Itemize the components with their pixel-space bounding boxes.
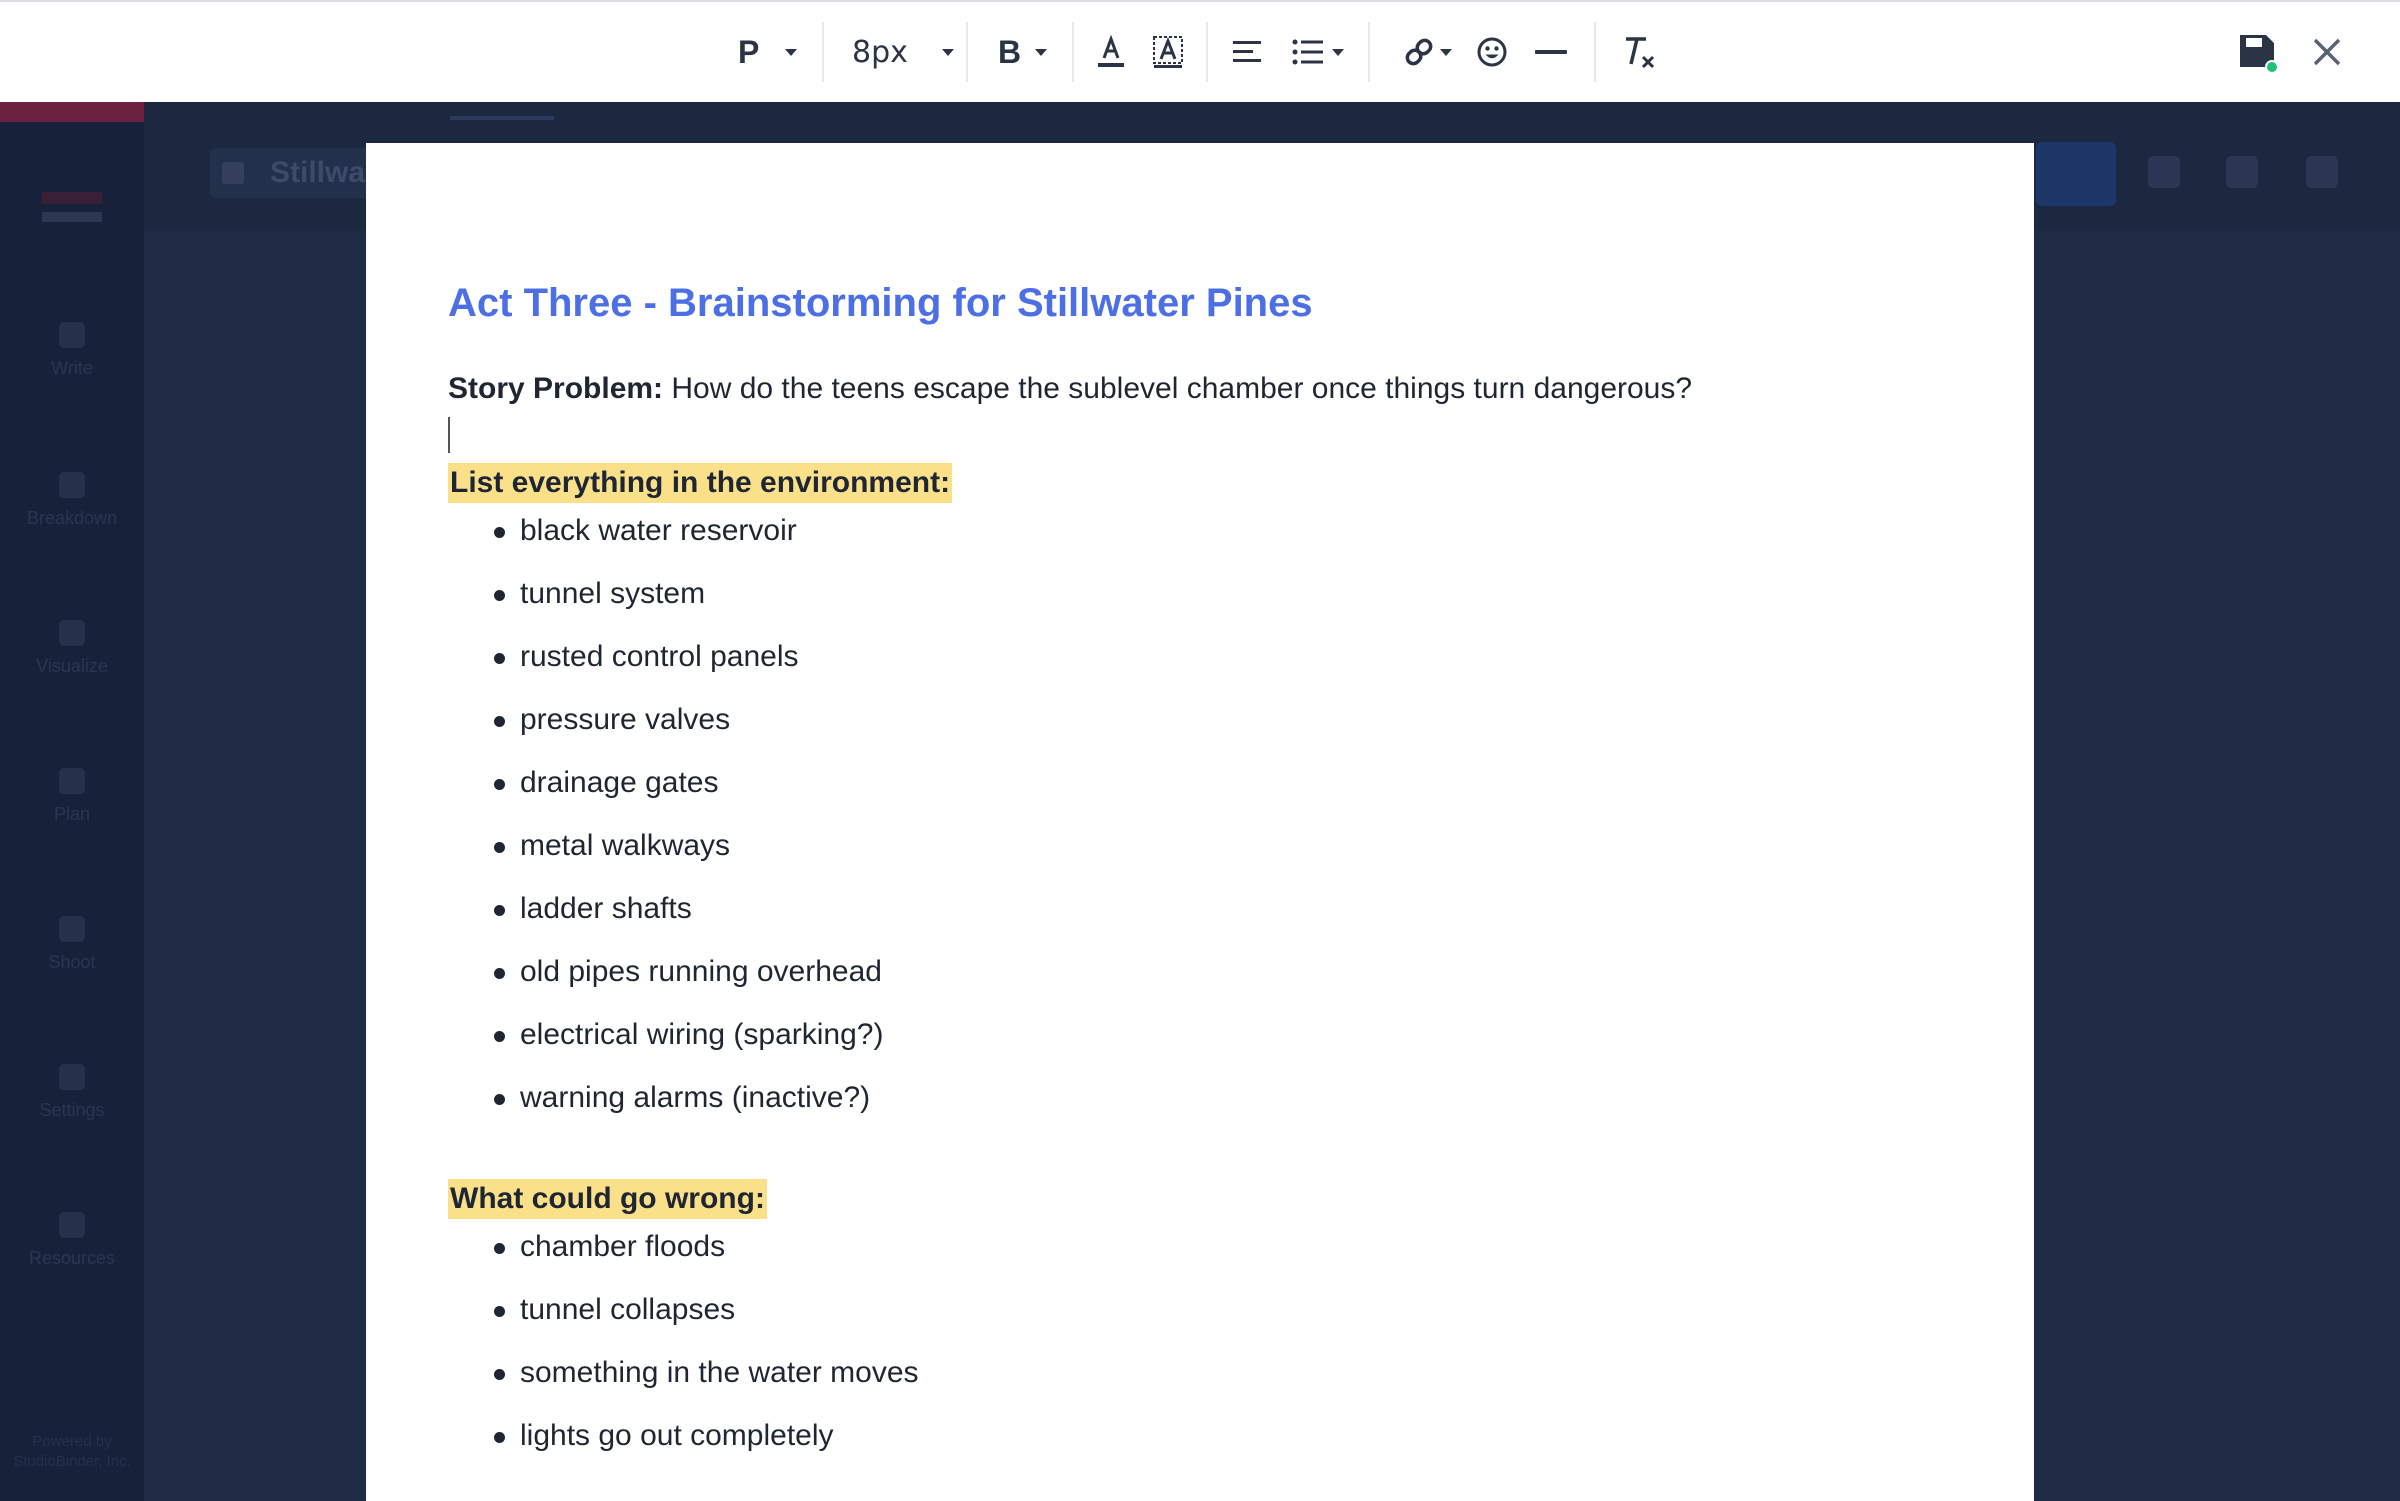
- background-sidebar: Write Breakdown Visualize Plan Shoot Set…: [0, 102, 144, 1501]
- clear-formatting-icon: [1626, 37, 1655, 69]
- list-item: black water reservoir: [494, 509, 1954, 572]
- close-icon: [2313, 38, 2341, 66]
- save-icon: [2240, 35, 2278, 73]
- align-button[interactable]: [1232, 28, 1262, 76]
- toolbar-divider: [1594, 22, 1596, 82]
- highlight-color-icon: [1153, 36, 1183, 68]
- resources-icon: [59, 1212, 85, 1238]
- document-content: Act Three - Brainstorming for Stillwater…: [448, 273, 1954, 1477]
- nav-resources: Resources: [0, 1212, 144, 1269]
- risks-list: chamber floods tunnel collapses somethin…: [448, 1225, 1954, 1477]
- list-item: electrical wiring (sparking?): [494, 1013, 1954, 1076]
- list-item: tunnel system: [494, 572, 1954, 635]
- insert-link-dropdown[interactable]: [1402, 28, 1452, 76]
- gear-icon: [59, 1064, 85, 1090]
- bullet-list-icon: [1292, 39, 1323, 65]
- document-title: Act Three - Brainstorming for Stillwater…: [448, 281, 1313, 325]
- background-title-text: Stillwa: [270, 156, 366, 189]
- chevron-down-icon: [941, 48, 954, 56]
- nav-plan: Plan: [0, 768, 144, 825]
- toolbar-divider: [1072, 22, 1074, 82]
- background-more-icon: [2226, 156, 2258, 188]
- bold-dropdown[interactable]: B: [998, 28, 1048, 76]
- environment-list: black water reservoir tunnel system rust…: [448, 509, 1954, 1139]
- chevron-down-icon: [1035, 48, 1048, 56]
- list-item: old pipes running overhead: [494, 950, 1954, 1013]
- paragraph-format-dropdown[interactable]: P: [738, 28, 798, 76]
- nav-settings: Settings: [0, 1064, 144, 1121]
- highlight-color-button[interactable]: [1152, 28, 1184, 76]
- list-item: ladder shafts: [494, 887, 1954, 950]
- horizontal-line-button[interactable]: [1534, 28, 1568, 76]
- list-item: rusted control panels: [494, 635, 1954, 698]
- plan-icon: [59, 768, 85, 794]
- save-status-dot: [2265, 60, 2278, 73]
- bold-icon: B: [998, 33, 1022, 70]
- story-problem-label: Story Problem:: [448, 372, 664, 405]
- nav-breakdown: Breakdown: [0, 472, 144, 529]
- text-color-icon: [1098, 34, 1124, 67]
- background-tab-indicator: [450, 116, 554, 120]
- chevron-down-icon: [785, 48, 798, 56]
- visualize-icon: [59, 620, 85, 646]
- align-left-icon: [1233, 41, 1261, 62]
- text-cursor: [448, 417, 450, 453]
- editor-toolbar: P 8px B: [0, 0, 2400, 102]
- close-button[interactable]: [2312, 28, 2342, 76]
- document-editor[interactable]: Act Three - Brainstorming for Stillwater…: [366, 143, 2034, 1501]
- emoji-icon: [1477, 37, 1507, 67]
- list-item: chamber floods: [494, 1225, 1954, 1288]
- chevron-down-icon: [1332, 48, 1344, 56]
- nav-shoot: Shoot: [0, 916, 144, 973]
- section-heading-what-could-go-wrong: What could go wrong:: [448, 1179, 767, 1219]
- paragraph-format-label: P: [738, 33, 760, 70]
- list-item: something in the water moves: [494, 1351, 1954, 1414]
- story-problem-text: How do the teens escape the sublevel cha…: [663, 372, 1693, 405]
- horizontal-line-icon: [1535, 50, 1567, 54]
- list-item: pressure valves: [494, 698, 1954, 761]
- list-item: lights go out completely: [494, 1414, 1954, 1477]
- text-color-button[interactable]: [1096, 28, 1126, 76]
- background-edit-icon: [2148, 156, 2180, 188]
- emoji-button[interactable]: [1476, 28, 1508, 76]
- list-item: tunnel collapses: [494, 1288, 1954, 1351]
- app-logo: [42, 192, 102, 238]
- toolbar-divider: [966, 22, 968, 82]
- toolbar-divider: [822, 22, 824, 82]
- section-heading-environment: List everything in the environment:: [448, 463, 953, 503]
- link-icon: [1405, 38, 1433, 66]
- toolbar-divider: [1206, 22, 1208, 82]
- breakdown-icon: [59, 472, 85, 498]
- powered-by: Powered by StudioBinder, Inc.: [13, 1433, 131, 1470]
- list-item: drainage gates: [494, 761, 1954, 824]
- sidebar-accent-bar: [0, 102, 144, 122]
- background-refresh-button: [2036, 142, 2116, 206]
- list-dropdown[interactable]: [1292, 28, 1344, 76]
- camera-icon: [59, 916, 85, 942]
- list-item: metal walkways: [494, 824, 1954, 887]
- chevron-down-icon: [1440, 48, 1452, 56]
- document-icon: [222, 162, 244, 184]
- pen-icon: [59, 322, 85, 348]
- toolbar-divider: [1368, 22, 1370, 82]
- font-size-dropdown[interactable]: 8px: [852, 28, 954, 76]
- nav-visualize: Visualize: [0, 620, 144, 677]
- list-item: warning alarms (inactive?): [494, 1076, 1954, 1139]
- story-problem: Story Problem: How do the teens escape t…: [448, 369, 1954, 409]
- save-button[interactable]: [2238, 28, 2278, 76]
- font-size-label: 8px: [852, 34, 908, 70]
- clear-formatting-button[interactable]: [1622, 28, 1656, 76]
- nav-write: Write: [0, 322, 144, 379]
- background-panel-icon: [2306, 156, 2338, 188]
